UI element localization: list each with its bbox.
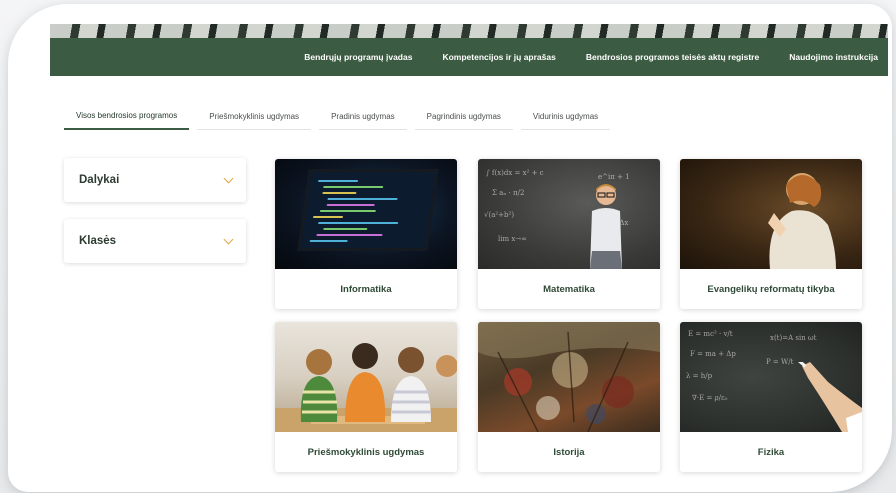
praying-child-image: [680, 159, 862, 269]
card-title: Priešmokyklinis ugdymas: [307, 446, 425, 458]
tab-primary[interactable]: Pradinis ugdymas: [319, 112, 407, 130]
laptop-code-image: [275, 159, 457, 269]
program-card-evangeliku[interactable]: Evangelikų reformatų tikyba: [680, 159, 862, 309]
program-card-matematika[interactable]: ∫ f(x)dx = x² + c Σ aₙ · π/2 √(a²+b²) li…: [478, 159, 660, 309]
screenshot-frame: Bendrųjų programų įvadas Kompetencijos i…: [10, 6, 890, 490]
tab-preschool[interactable]: Priešmokyklinis ugdymas: [197, 112, 312, 130]
card-title: Matematika: [543, 283, 595, 295]
battle-painting-image: [478, 322, 660, 432]
program-card-fizika[interactable]: E = mc² · v/t F = ma + Δp λ = h/p ∇·E = …: [680, 322, 862, 472]
children-classroom-image: [275, 322, 457, 432]
filter-subjects-dropdown[interactable]: Dalykai: [64, 158, 246, 202]
tab-all-programs[interactable]: Visos bendrosios programos: [64, 111, 190, 130]
hand-writing-figure: [798, 362, 862, 432]
program-card-istorija[interactable]: Istorija: [478, 322, 660, 472]
filter-grades-dropdown[interactable]: Klasės: [64, 219, 246, 263]
site-header: Bendrųjų programų įvadas Kompetencijos i…: [50, 24, 888, 76]
tab-secondary[interactable]: Vidurinis ugdymas: [520, 112, 611, 130]
nav-link-introduction[interactable]: Bendrųjų programų įvadas: [304, 52, 412, 62]
card-title: Istorija: [553, 446, 585, 458]
header-banner-photo: [50, 24, 888, 38]
card-title: Evangelikų reformatų tikyba: [707, 283, 835, 295]
browser-page: Bendrųjų programų įvadas Kompetencijos i…: [50, 24, 888, 484]
battle-scene: [478, 322, 660, 432]
chevron-down-icon: [223, 234, 234, 244]
boy-figure: [590, 184, 622, 269]
filter-subjects-label: Dalykai: [79, 174, 120, 186]
chalkboard-formulas-image: E = mc² · v/t F = ma + Δp λ = h/p ∇·E = …: [680, 322, 862, 432]
children-figures: [275, 343, 457, 432]
card-title: Informatika: [340, 283, 392, 295]
filter-grades-label: Klasės: [79, 235, 117, 247]
nav-link-competencies[interactable]: Kompetencijos ir jų aprašas: [442, 52, 555, 62]
top-navigation: Bendrųjų programų įvadas Kompetencijos i…: [50, 38, 888, 76]
card-title: Fizika: [757, 446, 785, 458]
program-card-priesmokyklinis[interactable]: Priešmokyklinis ugdymas: [275, 322, 457, 472]
chevron-down-icon: [223, 173, 234, 183]
program-card-informatika[interactable]: Informatika: [275, 159, 457, 309]
tab-basic[interactable]: Pagrindinis ugdymas: [414, 112, 513, 130]
program-tabs: Visos bendrosios programos Priešmokyklin…: [64, 104, 618, 130]
laptop-screen-art: [297, 169, 439, 251]
boy-blackboard-image: ∫ f(x)dx = x² + c Σ aₙ · π/2 √(a²+b²) li…: [478, 159, 660, 269]
praying-child-figure: [768, 173, 836, 269]
nav-link-legal-register[interactable]: Bendrosios programos teisės aktų registr…: [586, 52, 759, 62]
nav-link-instructions[interactable]: Naudojimo instrukcija: [789, 52, 878, 62]
